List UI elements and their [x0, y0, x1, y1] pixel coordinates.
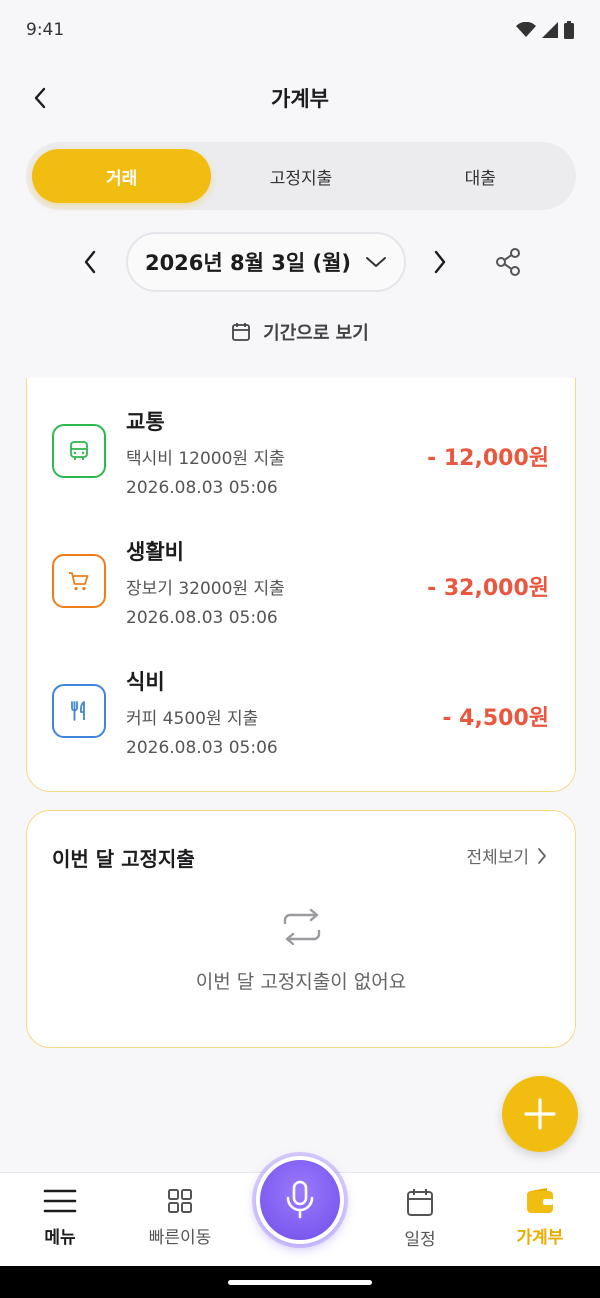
wifi-icon — [516, 22, 536, 37]
home-indicator[interactable] — [228, 1280, 372, 1285]
tab-bar: 거래 고정지출 대출 — [26, 142, 576, 210]
page-title: 가계부 — [271, 87, 329, 111]
living-category-badge — [52, 554, 106, 608]
back-button[interactable] — [24, 82, 56, 114]
prev-date-button[interactable] — [74, 246, 106, 278]
transaction-amount: - 4,500원 — [442, 706, 549, 731]
fixed-expense-empty-message: 이번 달 고정지출이 없어요 — [195, 971, 407, 993]
transaction-description: 택시비 12000원 지출 — [126, 449, 285, 469]
transaction-category: 교통 — [126, 410, 165, 434]
utensils-icon — [71, 701, 85, 721]
system-gesture-bar — [0, 1266, 600, 1298]
transaction-datetime: 2026.08.03 05:06 — [126, 608, 278, 628]
hamburger-icon — [43, 1189, 77, 1213]
transaction-item[interactable]: 생활비 장보기 32000원 지출 2026.08.03 05:06 - 32,… — [27, 520, 577, 630]
chevron-down-icon — [366, 257, 387, 267]
food-category-badge — [52, 684, 106, 738]
transaction-category: 식비 — [126, 670, 165, 694]
status-bar: 9:41 — [0, 0, 600, 60]
transaction-item[interactable]: 식비 커피 4500원 지출 2026.08.03 05:06 - 4,500원 — [27, 650, 577, 760]
wallet-icon — [527, 1188, 553, 1213]
cart-icon — [69, 572, 89, 591]
signal-icon — [542, 22, 558, 38]
view-all-button[interactable]: 전체보기 — [466, 843, 547, 868]
transaction-item[interactable]: 교통 택시비 12000원 지출 2026.08.03 05:06 - 12,0… — [27, 390, 577, 500]
app-header: 가계부 — [0, 70, 600, 126]
calendar-icon — [232, 323, 251, 341]
transaction-description: 장보기 32000원 지출 — [126, 579, 285, 599]
nav-menu-label: 메뉴 — [44, 1228, 76, 1248]
plus-icon — [524, 1098, 556, 1130]
status-icons — [516, 21, 574, 39]
microphone-icon — [286, 1180, 314, 1219]
period-view-label: 기간으로 보기 — [263, 323, 369, 344]
transaction-category: 생활비 — [126, 540, 184, 564]
nav-schedule[interactable]: 일정 — [370, 1187, 470, 1263]
nav-menu[interactable]: 메뉴 — [10, 1187, 110, 1263]
add-transaction-button[interactable] — [502, 1076, 578, 1152]
transaction-amount: - 32,000원 — [427, 576, 549, 601]
fixed-expense-card: 이번 달 고정지출 전체보기 이번 달 고정지출이 없어요 — [26, 810, 576, 1048]
tab-loan[interactable]: 대출 — [391, 149, 570, 203]
view-all-label: 전체보기 — [466, 848, 529, 868]
selected-date: 2026년 8월 3일 (월) — [144, 251, 352, 275]
chevron-left-icon — [34, 87, 46, 109]
transaction-amount: - 12,000원 — [427, 446, 549, 471]
chevron-right-icon — [434, 250, 446, 274]
repeat-icon — [280, 907, 324, 947]
chevron-right-icon — [538, 847, 546, 864]
voice-input-button[interactable] — [256, 1156, 344, 1244]
nav-schedule-label: 일정 — [404, 1230, 436, 1250]
status-time: 9:41 — [26, 20, 65, 40]
period-view-button[interactable]: 기간으로 보기 — [0, 314, 600, 350]
nav-ledger-label: 가계부 — [516, 1228, 564, 1248]
transport-category-badge — [52, 424, 106, 478]
share-button[interactable] — [490, 244, 526, 280]
grid-icon — [168, 1189, 192, 1213]
nav-ledger[interactable]: 가계부 — [490, 1187, 590, 1263]
transaction-list: 교통 택시비 12000원 지출 2026.08.03 05:06 - 12,0… — [26, 378, 576, 792]
nav-quick-move-label: 빠른이동 — [148, 1228, 212, 1248]
date-selector: 2026년 8월 3일 (월) — [0, 230, 600, 294]
bus-icon — [70, 441, 88, 460]
nav-quick-move[interactable]: 빠른이동 — [130, 1187, 230, 1263]
date-dropdown[interactable]: 2026년 8월 3일 (월) — [126, 232, 406, 292]
tab-transactions[interactable]: 거래 — [32, 149, 212, 203]
share-icon — [496, 248, 520, 276]
battery-icon — [564, 21, 574, 39]
calendar-icon — [407, 1189, 433, 1216]
transaction-description: 커피 4500원 지출 — [126, 709, 259, 729]
next-date-button[interactable] — [424, 246, 456, 278]
tab-fixed-expense[interactable]: 고정지출 — [211, 149, 390, 203]
transaction-datetime: 2026.08.03 05:06 — [126, 738, 278, 758]
chevron-left-icon — [84, 250, 96, 274]
transaction-datetime: 2026.08.03 05:06 — [126, 478, 278, 498]
fixed-expense-title: 이번 달 고정지출 — [52, 847, 195, 871]
